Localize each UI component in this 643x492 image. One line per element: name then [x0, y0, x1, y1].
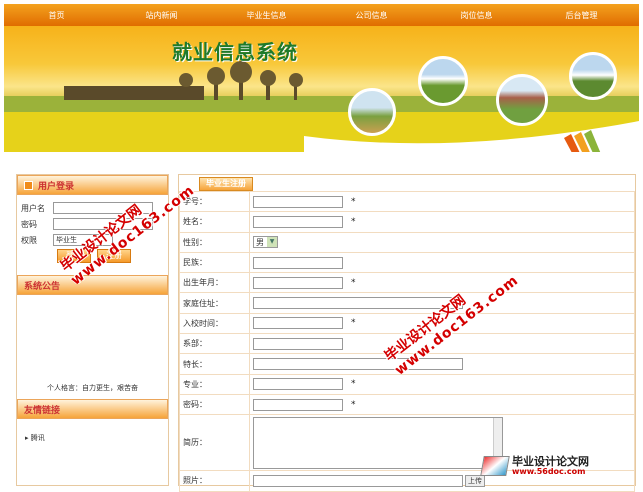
friend-link-label[interactable]: 腾讯 — [31, 434, 45, 442]
register-button[interactable]: 注册 — [97, 249, 131, 263]
notice-header-label: 系统公告 — [24, 281, 61, 292]
login-header-icon — [24, 180, 33, 190]
required-mark: * — [351, 399, 356, 410]
form-row-id: 学号： * — [179, 190, 635, 213]
role-select[interactable]: 毕业生 — [53, 234, 113, 246]
form-row-specialty: 特长： — [179, 353, 635, 375]
form-row-major: 专业： * — [179, 373, 635, 395]
logo-name: 毕业设计论文网 — [512, 455, 589, 468]
logo-url: www.56doc.com — [512, 467, 586, 476]
nav-home[interactable]: 首页 — [4, 10, 109, 21]
site-logo: 毕业设计论文网 www.56doc.com — [480, 455, 589, 476]
banner-photo-2 — [418, 56, 468, 106]
photo-label: 照片： — [179, 470, 250, 492]
gender-label: 性别： — [179, 231, 250, 253]
logo-icon — [480, 456, 510, 476]
birth-input[interactable] — [253, 276, 343, 289]
address-label: 家庭住址： — [179, 292, 250, 314]
login-header-label: 用户登录 — [38, 181, 75, 192]
links-box-header: 友情链接 — [17, 399, 168, 419]
specialty-label: 特长： — [179, 353, 250, 375]
gender-select[interactable]: 男 ▼ — [253, 236, 278, 249]
gender-value: 男 — [256, 237, 264, 247]
banner-photo-4 — [569, 52, 617, 100]
form-row-enroll: 入校时间： * — [179, 312, 635, 335]
login-form: 用户名 密码 权限 毕业生 登录 注册 — [17, 195, 168, 269]
major-label: 专业： — [179, 373, 250, 395]
password-label: 密码 — [21, 219, 37, 229]
nav-news[interactable]: 站内新闻 — [109, 10, 214, 21]
header-banner: 就业信息系统 — [4, 26, 639, 152]
nav-jobs[interactable]: 岗位信息 — [424, 10, 529, 21]
photo-path-input[interactable] — [253, 474, 463, 487]
notice-text: 个人格言：自力更生，艰苦奋 — [47, 384, 138, 392]
nav-graduates[interactable]: 毕业生信息 — [214, 10, 319, 21]
reg-password-label: 密码： — [179, 393, 250, 416]
dept-label: 系部： — [179, 333, 250, 355]
form-row-ethnicity: 民族： — [179, 251, 635, 274]
required-mark: * — [351, 216, 356, 227]
register-form-panel: 毕业生注册 学号： * 姓名： * 性别：男 ▼ 民族： 出生年月： * 家庭住址： 入… — [178, 174, 636, 492]
links-header-label: 友情链接 — [24, 405, 61, 416]
banner-photo-3 — [496, 74, 548, 126]
notice-box-header: 系统公告 — [17, 275, 168, 295]
top-nav: 首页 站内新闻 毕业生信息 公司信息 岗位信息 后台管理 — [4, 4, 639, 26]
required-mark: * — [351, 277, 356, 288]
ethnicity-input[interactable] — [253, 256, 343, 269]
name-label: 姓名： — [179, 211, 250, 233]
username-input[interactable] — [53, 202, 153, 214]
required-mark: * — [351, 379, 356, 390]
form-row-birth: 出生年月： * — [179, 272, 635, 294]
enroll-input[interactable] — [253, 317, 343, 330]
form-row-dept: 系部： — [179, 333, 635, 355]
resume-label: 简历： — [179, 414, 250, 472]
required-mark: * — [351, 196, 356, 207]
reg-password-input[interactable] — [253, 398, 343, 411]
chevron-down-icon: ▼ — [267, 237, 277, 248]
major-input[interactable] — [253, 378, 343, 391]
login-box-header: 用户登录 — [17, 175, 168, 195]
resume-textarea[interactable] — [253, 416, 503, 469]
id-input[interactable] — [253, 195, 343, 208]
ethnicity-label: 民族： — [179, 251, 250, 274]
register-tab[interactable]: 毕业生注册 — [199, 177, 253, 191]
banner-photo-1 — [348, 88, 396, 136]
form-row-name: 姓名： * — [179, 211, 635, 233]
form-row-gender: 性别：男 ▼ — [179, 231, 635, 253]
register-form-table: 学号： * 姓名： * 性别：男 ▼ 民族： 出生年月： * 家庭住址： 入校时间： * … — [179, 190, 635, 492]
id-label: 学号： — [179, 190, 250, 213]
role-label: 权限 — [21, 235, 37, 245]
friend-link-item[interactable]: ▸ 腾讯 — [17, 419, 168, 443]
required-mark: * — [351, 318, 356, 329]
banner-title: 就业信息系统 — [172, 40, 298, 64]
form-row-address: 家庭住址： — [179, 292, 635, 314]
upload-button[interactable]: 上传 — [465, 474, 485, 487]
enroll-label: 入校时间： — [179, 312, 250, 335]
form-row-password: 密码： * — [179, 393, 635, 416]
nav-admin[interactable]: 后台管理 — [529, 10, 634, 21]
birth-label: 出生年月： — [179, 272, 250, 294]
left-sidebar: 用户登录 用户名 密码 权限 毕业生 登录 注册 系统公告 个人格言：自力更生，艰… — [16, 174, 169, 486]
password-input[interactable] — [53, 218, 153, 230]
specialty-input[interactable] — [253, 358, 463, 371]
address-input[interactable] — [253, 297, 463, 310]
name-input[interactable] — [253, 215, 343, 228]
nav-companies[interactable]: 公司信息 — [319, 10, 424, 21]
dept-input[interactable] — [253, 337, 343, 350]
login-button[interactable]: 登录 — [57, 249, 91, 263]
notice-panel: 个人格言：自力更生，艰苦奋 — [17, 295, 168, 395]
username-label: 用户名 — [21, 203, 45, 213]
